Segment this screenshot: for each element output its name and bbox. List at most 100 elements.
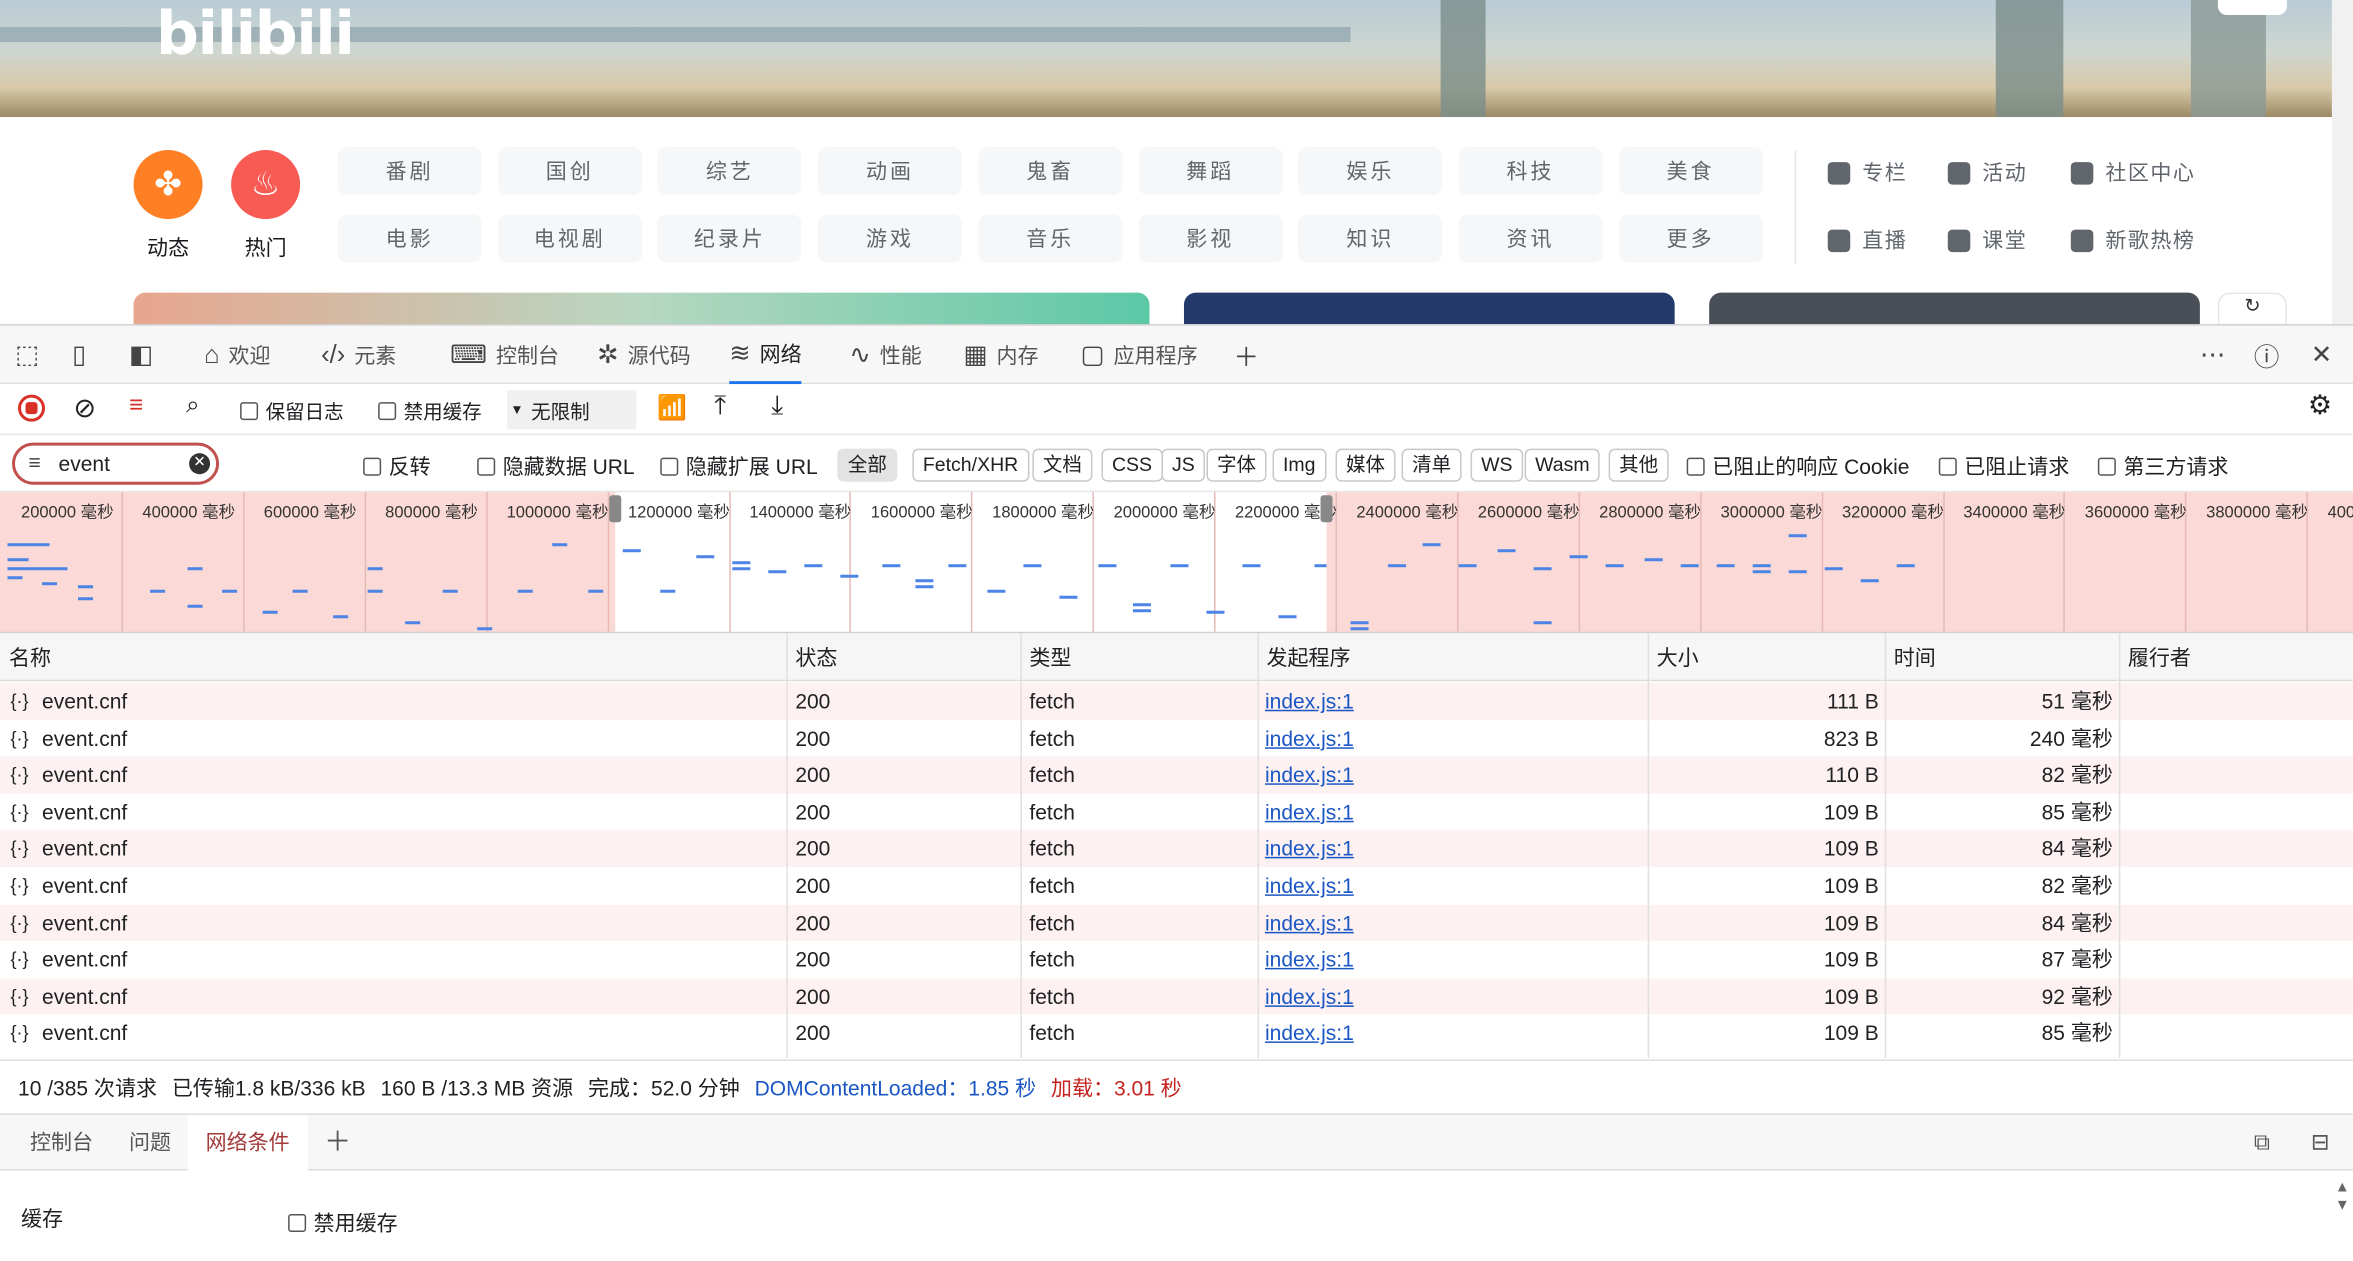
invert-checkbox[interactable]: 反转 <box>363 452 431 482</box>
channel-2[interactable]: 综艺 <box>657 147 802 196</box>
channel-11[interactable]: 纪录片 <box>657 214 802 263</box>
initiator-link[interactable]: index.js:1 <box>1265 720 1354 757</box>
flame-icon[interactable]: ♨ <box>231 150 301 220</box>
add-tab-icon[interactable]: ＋ <box>1233 326 1259 385</box>
channel-13[interactable]: 音乐 <box>978 214 1123 263</box>
initiator-link[interactable]: index.js:1 <box>1265 978 1354 1015</box>
inspect-icon[interactable]: ⬚ <box>15 326 39 385</box>
request-name[interactable]: event.cnf <box>42 904 127 941</box>
pinwheel-icon[interactable]: ✤ <box>133 150 203 220</box>
channel-17[interactable]: 更多 <box>1618 214 1763 263</box>
filter-input[interactable]: event <box>59 452 110 476</box>
tab-bug[interactable]: ✲ 源代码 <box>597 326 690 385</box>
request-name[interactable]: event.cnf <box>42 978 127 1015</box>
third-party-checkbox[interactable]: 第三方请求 <box>2097 452 2228 482</box>
record-icon[interactable] <box>18 394 46 422</box>
hot-label[interactable]: 热门 <box>231 233 300 263</box>
column-header-4[interactable]: 大小 <box>1648 633 1699 681</box>
tab-code[interactable]: ‹/› 元素 <box>321 326 396 385</box>
tab-home[interactable]: ⌂ 欢迎 <box>204 326 270 385</box>
type-filter-4[interactable]: JS <box>1161 448 1206 482</box>
initiator-link[interactable]: index.js:1 <box>1265 1015 1354 1052</box>
channel-16[interactable]: 资讯 <box>1458 214 1603 263</box>
bilibili-logo[interactable]: bilibili <box>156 0 355 69</box>
filter-toggle-icon[interactable]: ≡ <box>129 393 143 420</box>
initiator-link[interactable]: index.js:1 <box>1265 867 1354 904</box>
column-divider[interactable] <box>1020 633 1022 1058</box>
drawer-tab-network-conditions[interactable]: 网络条件 <box>187 1114 308 1171</box>
channel-6[interactable]: 娱乐 <box>1298 147 1443 196</box>
tab-console[interactable]: ⌨ 控制台 <box>450 326 559 385</box>
table-row[interactable]: {·} event.cnf 200 fetch index.js:1 109 B 92 毫秒 <box>0 978 2353 1015</box>
overview-left-handle[interactable] <box>609 495 622 523</box>
channel-1[interactable]: 国创 <box>497 147 642 196</box>
initiator-link[interactable]: index.js:1 <box>1265 794 1354 831</box>
add-drawer-tab-icon[interactable]: ＋ <box>315 1115 360 1171</box>
search-icon[interactable]: ⌕ <box>186 393 199 420</box>
type-filter-1[interactable]: Fetch/XHR <box>912 448 1029 482</box>
dock-icon[interactable]: ◧ <box>129 326 153 385</box>
request-name[interactable]: event.cnf <box>42 794 127 831</box>
column-header-5[interactable]: 时间 <box>1885 633 1936 681</box>
throttling-select[interactable]: ▼ 无限制 <box>507 390 637 430</box>
device-icon[interactable]: ▯ <box>72 326 86 385</box>
drawer-tab-console[interactable]: 控制台 <box>21 1115 102 1171</box>
blocked-requests-checkbox[interactable]: 已阻止请求 <box>1938 452 2069 482</box>
tab-wifi[interactable]: ≋ 网络 <box>729 326 802 385</box>
drawer-tab-issues[interactable]: 问题 <box>120 1115 180 1171</box>
upload-icon[interactable]: ⤒ <box>714 390 726 422</box>
type-filter-9[interactable]: WS <box>1470 448 1524 482</box>
settings-gear-icon[interactable]: ⚙ <box>2308 390 2332 422</box>
rlink-activity[interactable]: 活动 <box>1947 158 2028 188</box>
tab-app[interactable]: ▢ 应用程序 <box>1080 326 1197 385</box>
type-filter-8[interactable]: 清单 <box>1401 448 1462 482</box>
channel-8[interactable]: 美食 <box>1618 147 1763 196</box>
channel-9[interactable]: 电影 <box>337 214 482 263</box>
column-divider[interactable] <box>786 633 788 1058</box>
table-row[interactable]: {·} event.cnf 200 fetch index.js:1 109 B 82 毫秒 <box>0 867 2353 905</box>
initiator-link[interactable]: index.js:1 <box>1265 904 1354 941</box>
overview-right-handle[interactable] <box>1320 495 1333 523</box>
channel-0[interactable]: 番剧 <box>337 147 482 196</box>
initiator-link[interactable]: index.js:1 <box>1265 757 1354 794</box>
type-filter-11[interactable]: 其他 <box>1608 448 1669 482</box>
network-overview[interactable]: 200000 毫秒 400000 毫秒 600000 毫秒 800000 毫秒 1000… <box>0 492 2353 634</box>
initiator-link[interactable]: index.js:1 <box>1265 830 1354 867</box>
preserve-log-checkbox[interactable]: 保留日志 <box>240 396 344 425</box>
help-icon[interactable]: ⓘ <box>2254 326 2280 385</box>
type-filter-10[interactable]: Wasm <box>1524 448 1601 482</box>
column-divider[interactable] <box>2118 633 2121 1058</box>
channel-7[interactable]: 科技 <box>1458 147 1603 196</box>
request-name[interactable]: event.cnf <box>42 683 127 720</box>
channel-12[interactable]: 游戏 <box>817 214 963 263</box>
channel-14[interactable]: 影视 <box>1138 214 1283 263</box>
refresh-icon[interactable]: ↻ <box>2217 292 2287 326</box>
channel-5[interactable]: 舞蹈 <box>1138 147 1283 196</box>
request-name[interactable]: event.cnf <box>42 1015 127 1052</box>
video-card[interactable] <box>1183 292 1675 326</box>
table-row[interactable]: {·} event.cnf 200 fetch index.js:1 109 B 85 毫秒 <box>0 793 2353 831</box>
type-filter-2[interactable]: 文档 <box>1032 448 1093 482</box>
collapse-drawer-icon[interactable]: ⊟ <box>2302 1115 2339 1171</box>
close-icon[interactable]: ✕ <box>2311 326 2332 385</box>
column-divider[interactable] <box>1884 633 1887 1058</box>
clear-icon[interactable]: ⊘ <box>74 393 97 425</box>
type-filter-7[interactable]: 媒体 <box>1335 448 1396 482</box>
clear-filter-icon[interactable]: ✕ <box>189 453 211 475</box>
tab-chip[interactable]: ▦ 内存 <box>963 326 1038 385</box>
video-card[interactable] <box>1709 292 2200 326</box>
request-name[interactable]: event.cnf <box>42 941 127 978</box>
disable-cache-checkbox[interactable]: 禁用缓存 <box>378 396 482 425</box>
more-icon[interactable]: ⋯ <box>2200 326 2226 385</box>
channel-10[interactable]: 电视剧 <box>497 214 642 263</box>
table-row[interactable]: {·} event.cnf 200 fetch index.js:1 109 B 84 毫秒 <box>0 830 2353 868</box>
table-row[interactable]: {·} event.cnf 200 fetch index.js:1 110 B 82 毫秒 <box>0 756 2353 794</box>
initiator-link[interactable]: index.js:1 <box>1265 683 1354 720</box>
drawer-disable-cache-checkbox[interactable]: 禁用缓存 <box>288 1208 398 1238</box>
column-header-6[interactable]: 履行者 <box>2119 633 2191 681</box>
hide-data-urls-checkbox[interactable]: 隐藏数据 URL <box>477 452 635 482</box>
rlink-classroom[interactable]: 课堂 <box>1947 225 2028 255</box>
type-filter-0[interactable]: 全部 <box>837 448 898 482</box>
page-scrollbar[interactable] <box>2331 0 2353 325</box>
rlink-community[interactable]: 社区中心 <box>2070 158 2196 188</box>
